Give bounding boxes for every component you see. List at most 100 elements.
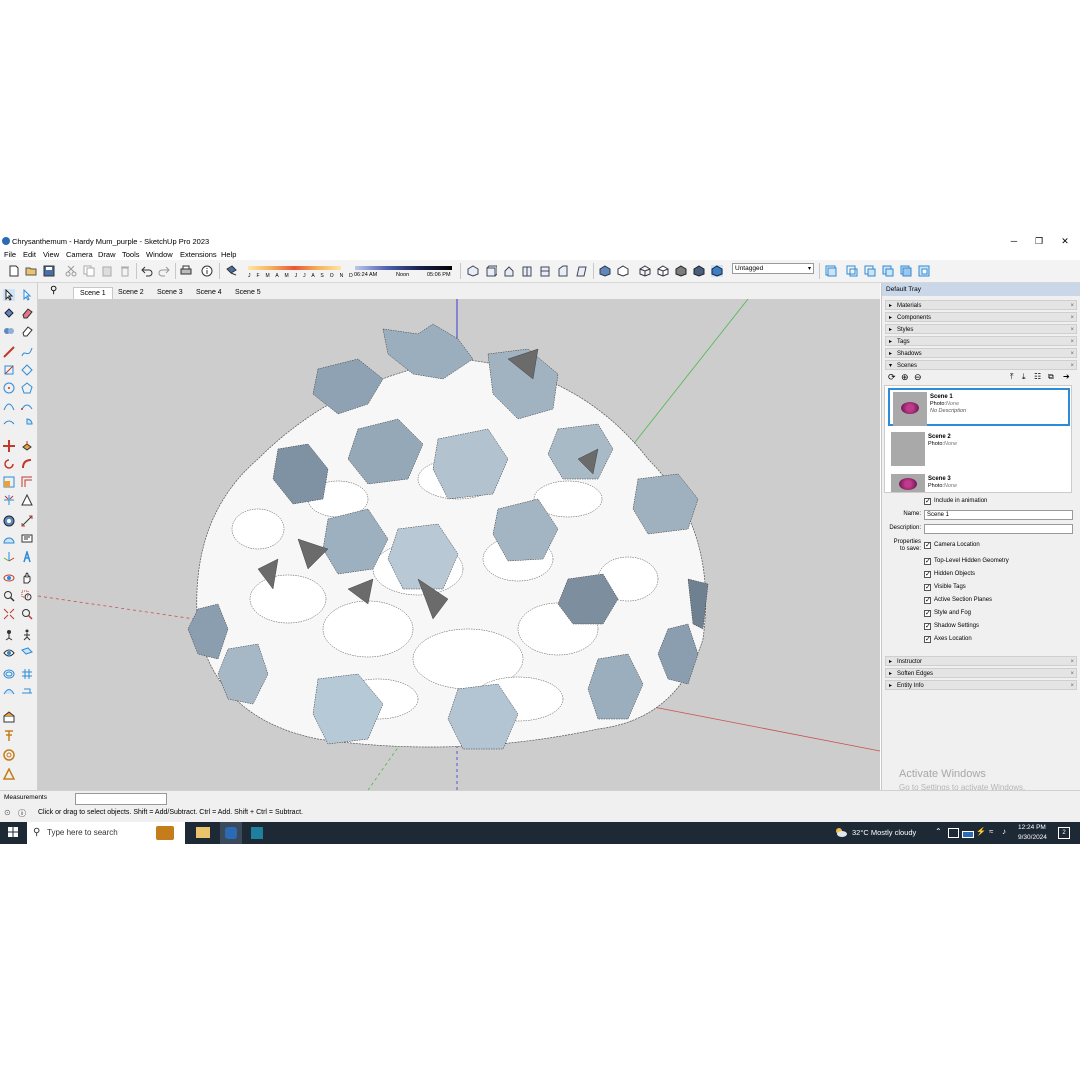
scene-list-item-1[interactable]: Scene 1 Photo:None No Description (888, 388, 1070, 426)
show-hidden-icons-chevron-icon[interactable]: ⌃ (935, 827, 942, 836)
pan-tool-icon[interactable] (21, 572, 33, 584)
circle-tool-icon[interactable] (3, 382, 15, 394)
zoom-extents-icon[interactable] (3, 608, 15, 620)
position-texture-icon[interactable] (21, 494, 33, 506)
new-file-icon[interactable] (8, 265, 20, 277)
display-section-cuts-icon[interactable] (864, 265, 876, 277)
tag-tool-icon[interactable] (3, 325, 15, 337)
weather-text[interactable]: 32°C Mostly cloudy (852, 828, 916, 837)
clock-time[interactable]: 12:24 PM (1018, 824, 1046, 831)
iso-view-icon[interactable] (467, 265, 479, 277)
panel-tags[interactable]: ▸ Tags × (885, 336, 1077, 346)
axes-location-checkbox[interactable]: ✓ (924, 636, 931, 643)
minimize-button[interactable]: ─ (1007, 236, 1021, 246)
walk-tool-icon[interactable] (21, 629, 33, 641)
shadow-settings-checkbox[interactable]: ✓ (924, 623, 931, 630)
look-around-icon[interactable] (3, 647, 15, 659)
camera-location-checkbox[interactable]: ✓ (924, 542, 931, 549)
close-icon[interactable]: × (1070, 657, 1074, 667)
panel-instructor[interactable]: ▸ Instructor × (885, 656, 1077, 666)
meet-now-icon[interactable] (948, 828, 959, 838)
polygon-tool-icon[interactable] (21, 382, 33, 394)
display-section-planes-icon[interactable] (846, 265, 858, 277)
close-icon[interactable]: × (1070, 669, 1074, 679)
menu-file[interactable]: File (4, 250, 16, 259)
geo-location-icon[interactable]: ⊙ (4, 808, 11, 817)
close-icon[interactable]: × (1070, 301, 1074, 311)
pie-tool-icon[interactable] (21, 418, 33, 430)
top-view-icon[interactable] (485, 265, 497, 277)
visible-tags-checkbox[interactable]: ✓ (924, 584, 931, 591)
panel-entity-info[interactable]: ▸ Entity Info × (885, 680, 1077, 690)
shadow-date-slider[interactable] (248, 266, 341, 270)
tab-scene-4[interactable]: Scene 4 (190, 287, 228, 299)
wireframe-style-icon[interactable] (639, 265, 651, 277)
search-icon[interactable]: ⚲ (50, 285, 57, 296)
outer-shell-icon[interactable] (900, 265, 912, 277)
menu-extensions[interactable]: Extensions (180, 250, 217, 259)
info-icon[interactable]: ⓘ (18, 808, 26, 819)
redo-icon[interactable] (158, 265, 170, 277)
copy-icon[interactable] (83, 265, 95, 277)
panel-shadows[interactable]: ▸ Shadows × (885, 348, 1077, 358)
wifi-icon[interactable]: ≈ (989, 827, 993, 836)
panel-soften-edges[interactable]: ▸ Soften Edges × (885, 668, 1077, 678)
tab-scene-5[interactable]: Scene 5 (229, 287, 267, 299)
two-point-arc-icon[interactable] (21, 400, 33, 412)
sketchup-taskbar-item[interactable] (220, 822, 242, 844)
rectangle-tool-icon[interactable] (3, 364, 15, 376)
sandbox-from-scratch-icon[interactable] (21, 668, 33, 680)
back-view-icon[interactable] (539, 265, 551, 277)
menu-draw[interactable]: Draw (98, 250, 116, 259)
paste-icon[interactable] (101, 265, 113, 277)
scale-tool-icon[interactable] (3, 476, 15, 488)
shaded-textures-style-icon[interactable] (693, 265, 705, 277)
bottom-view-icon[interactable] (575, 265, 587, 277)
panel-styles[interactable]: ▸ Styles × (885, 324, 1077, 334)
menu-view[interactable]: View (43, 250, 59, 259)
show-details-icon[interactable]: ⧉ (1048, 372, 1054, 382)
zoom-tool-icon[interactable] (3, 590, 15, 602)
open-folder-icon[interactable] (25, 265, 37, 277)
shadows-toggle-icon[interactable] (225, 265, 237, 277)
section-planes-checkbox[interactable]: ✓ (924, 597, 931, 604)
tab-scene-2[interactable]: Scene 2 (112, 287, 150, 299)
close-icon[interactable]: × (1070, 337, 1074, 347)
include-animation-checkbox[interactable]: ✓ (924, 498, 931, 505)
move-tool-icon[interactable] (3, 440, 15, 452)
protractor-icon[interactable] (3, 533, 15, 545)
line-tool-icon[interactable] (3, 346, 15, 358)
axes-tool-icon[interactable] (3, 551, 15, 563)
smoove-icon[interactable] (3, 686, 15, 698)
stamp-icon[interactable] (21, 686, 33, 698)
display-section-fill-icon[interactable] (882, 265, 894, 277)
position-camera-icon[interactable] (3, 629, 15, 641)
front-view-icon[interactable] (503, 265, 515, 277)
tag-dropdown[interactable]: Untagged ▾ (732, 263, 814, 274)
hidden-line-style-icon[interactable] (657, 265, 669, 277)
scene-list-item-2[interactable]: Scene 2 Photo:None (888, 430, 1070, 468)
layout-taskbar-icon[interactable] (251, 827, 263, 839)
restore-button[interactable]: ❐ (1032, 236, 1046, 247)
undo-icon[interactable] (141, 265, 153, 277)
view-options-icon[interactable]: ☷ (1034, 372, 1041, 381)
close-icon[interactable]: × (1070, 325, 1074, 335)
menu-help[interactable]: Help (221, 250, 236, 259)
rotate-tool-icon[interactable] (3, 458, 15, 470)
move-scene-up-icon[interactable]: ⤒ (1010, 372, 1014, 382)
file-explorer-icon[interactable] (196, 827, 210, 838)
section-plane-tool-icon[interactable] (21, 647, 33, 659)
freehand-tool-icon[interactable] (21, 346, 33, 358)
notification-icon[interactable]: 2 (1058, 827, 1070, 839)
sandbox-from-contours-icon[interactable] (3, 668, 15, 680)
menu-window[interactable]: Window (146, 250, 173, 259)
scene-list-item-3[interactable]: Scene 3 Photo:None (888, 472, 1070, 492)
clock-date[interactable]: 9/30/2024 (1018, 834, 1047, 841)
close-icon[interactable]: × (1070, 313, 1074, 323)
tab-scene-3[interactable]: Scene 3 (151, 287, 189, 299)
zoom-window-icon[interactable] (21, 590, 33, 602)
trimble-connect-icon[interactable] (3, 749, 15, 761)
warehouse-icon[interactable] (3, 711, 15, 723)
scene-name-field[interactable]: Scene 1 (924, 510, 1073, 520)
volume-icon[interactable]: ♪ (1002, 827, 1006, 836)
